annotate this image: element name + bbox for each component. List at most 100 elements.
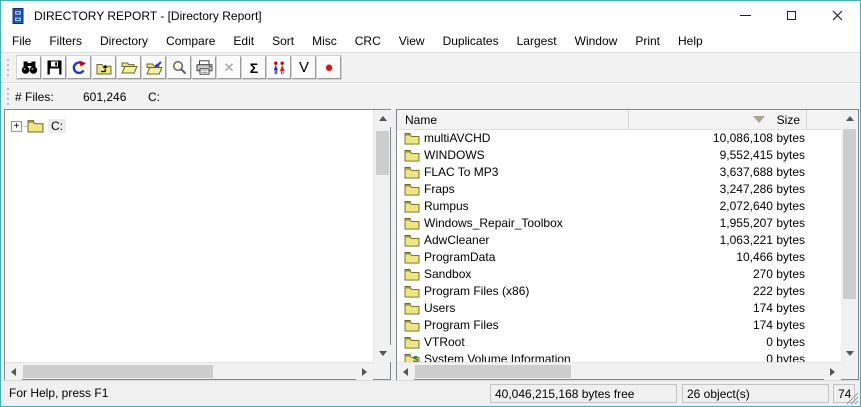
list-item[interactable]: S Program Files (x86) 222 bytes — [397, 283, 841, 300]
scroll-left-icon[interactable] — [397, 363, 414, 380]
up-one-level-button[interactable] — [91, 55, 117, 80]
sort-descending-icon — [752, 116, 765, 123]
infobar-grip[interactable] — [6, 87, 10, 106]
find-button[interactable] — [16, 55, 42, 80]
list-item[interactable]: S AdwCleaner 1,063,221 bytes — [397, 232, 841, 249]
list-item[interactable]: S Fraps 3,247,286 bytes — [397, 181, 841, 198]
toolbar-grip[interactable] — [6, 58, 10, 77]
item-name: Rumpus — [424, 199, 469, 213]
zoom-button[interactable] — [166, 55, 192, 80]
column-header-blank[interactable] — [807, 110, 841, 129]
list-horizontal-scrollbar[interactable] — [397, 362, 841, 380]
item-size: 1,955,207 bytes — [719, 216, 805, 230]
open-folder-button[interactable] — [116, 55, 142, 80]
menu-item[interactable]: Largest — [508, 31, 566, 51]
tree-hscroll-thumb[interactable] — [23, 365, 213, 378]
list-vscroll-thumb[interactable] — [843, 129, 856, 299]
item-size: 9,552,415 bytes — [719, 148, 805, 162]
record-button[interactable]: ● — [316, 55, 342, 80]
magnifier-icon — [172, 60, 186, 75]
scroll-up-icon[interactable] — [374, 110, 391, 127]
v-check-icon: V — [298, 59, 309, 76]
list-item[interactable]: S Users 174 bytes — [397, 300, 841, 317]
menu-item[interactable]: Edit — [224, 31, 263, 51]
files-count-value: 601,246 — [83, 89, 127, 104]
menu-item[interactable]: Filters — [40, 31, 91, 51]
list-item[interactable]: S Sandbox 270 bytes — [397, 266, 841, 283]
folder-icon — [404, 320, 420, 332]
item-name: Program Files (x86) — [424, 284, 530, 298]
list-item[interactable]: S Rumpus 2,072,640 bytes — [397, 198, 841, 215]
tree-expand-icon[interactable]: + — [11, 120, 22, 132]
list-item[interactable]: S FLAC To MP3 3,637,688 bytes — [397, 164, 841, 181]
scroll-right-icon[interactable] — [824, 363, 841, 380]
refresh-button[interactable] — [66, 55, 92, 80]
item-size: 270 bytes — [752, 267, 805, 281]
sum-button[interactable]: Σ — [241, 55, 267, 80]
title-bar[interactable]: DIRECTORY REPORT - [Directory Report] — [1, 1, 860, 30]
menu-item[interactable]: View — [390, 31, 434, 51]
list-hscroll-thumb[interactable] — [415, 365, 571, 378]
scroll-up-icon[interactable] — [841, 110, 858, 127]
scroll-down-icon[interactable] — [841, 345, 858, 362]
menu-item[interactable]: Sort — [263, 31, 303, 51]
folder-icon — [404, 150, 420, 162]
minimize-button[interactable] — [722, 1, 768, 30]
folder-icon — [404, 167, 420, 179]
list-item[interactable]: S Windows_Repair_Toolbox 1,955,207 bytes — [397, 215, 841, 232]
menu-item[interactable]: Misc — [303, 31, 346, 51]
list-item[interactable]: S System Volume Information 0 bytes — [397, 351, 841, 362]
column-header-name[interactable]: Name — [397, 110, 629, 129]
close-icon — [832, 10, 842, 21]
open-folder-icon — [120, 62, 138, 74]
list-item[interactable]: S multiAVCHD 10,086,108 bytes — [397, 130, 841, 147]
list-item[interactable]: S WINDOWS 9,552,415 bytes — [397, 147, 841, 164]
tree-vertical-scrollbar[interactable] — [373, 110, 391, 362]
tree-item-c-drive[interactable]: + C: — [11, 118, 66, 134]
tree-item-label[interactable]: C: — [48, 119, 66, 133]
info-bar: # Files: 601,246 C: — [1, 84, 860, 109]
scroll-right-icon[interactable] — [356, 363, 373, 380]
print-button[interactable] — [191, 55, 217, 80]
goto-folder-button[interactable] — [141, 55, 167, 80]
status-object-count: 26 object(s) — [682, 384, 829, 403]
item-size: 10,086,108 bytes — [712, 131, 805, 145]
close-button[interactable] — [814, 1, 860, 30]
view-check-button[interactable]: V — [291, 55, 317, 80]
item-size: 10,466 bytes — [736, 250, 805, 264]
tree-vscroll-thumb[interactable] — [376, 131, 389, 175]
item-size: 174 bytes — [752, 318, 805, 332]
list-item[interactable]: S Program Files 174 bytes — [397, 317, 841, 334]
resize-grip-icon[interactable] — [846, 392, 859, 405]
folder-icon — [404, 133, 420, 145]
folder-icon — [404, 337, 420, 349]
menu-item[interactable]: Directory — [91, 31, 157, 51]
floppy-icon — [47, 60, 61, 75]
scroll-down-icon[interactable] — [374, 345, 391, 362]
menu-item[interactable]: CRC — [346, 31, 390, 51]
item-size: 0 bytes — [766, 335, 805, 349]
scroll-left-icon[interactable] — [5, 363, 22, 380]
list-header: Name Size — [397, 110, 841, 130]
list-item[interactable]: S ProgramData 10,466 bytes — [397, 249, 841, 266]
column-header-size[interactable]: Size — [629, 110, 807, 129]
item-name: Users — [424, 301, 456, 315]
current-drive-label: C: — [148, 89, 160, 104]
menu-item[interactable]: Window — [566, 31, 627, 51]
delete-button[interactable]: ✕ — [216, 55, 242, 80]
menu-item[interactable]: Compare — [157, 31, 224, 51]
save-button[interactable] — [41, 55, 67, 80]
list-item[interactable]: S VTRoot 0 bytes — [397, 334, 841, 351]
main-area: + C: Name Size multiAVCHD 10,086,108 byt… — [1, 109, 860, 380]
file-list-pane: Name Size S — [396, 109, 859, 380]
maximize-button[interactable] — [768, 1, 814, 30]
sigma-icon: Σ — [249, 59, 259, 76]
compare-people-button[interactable] — [266, 55, 292, 80]
menu-item[interactable]: Help — [669, 31, 712, 51]
menu-item[interactable]: File — [3, 31, 40, 51]
menu-item[interactable]: Duplicates — [434, 31, 508, 51]
folder-icon — [404, 235, 420, 247]
list-vertical-scrollbar[interactable] — [841, 110, 858, 362]
menu-item[interactable]: Print — [626, 31, 669, 51]
tree-horizontal-scrollbar[interactable] — [5, 362, 373, 380]
